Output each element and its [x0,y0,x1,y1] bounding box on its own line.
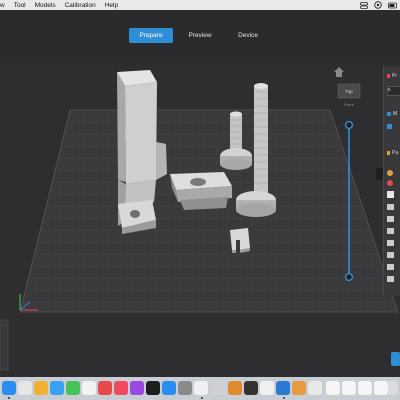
menu-window[interactable]: w [0,2,5,9]
tab-preview[interactable]: Preview [178,28,222,43]
siri-icon[interactable] [374,1,382,9]
document-4-icon[interactable] [374,381,388,395]
chrome-running-dot [201,397,203,399]
parameters-icon [387,151,390,155]
menu-bar: w Tool Models Calibration Help [0,0,400,10]
setting-row-3[interactable] [387,216,394,222]
menubar-status-area [360,0,398,10]
slicer-active-icon[interactable] [276,381,290,395]
folder-icon[interactable] [292,381,306,395]
setting-row-5[interactable] [387,240,394,246]
tab-prepare[interactable]: Prepare [129,28,173,43]
preview-icon[interactable] [212,381,226,395]
document-3-icon[interactable] [358,381,372,395]
chrome-icon[interactable] [194,381,208,395]
slider-bottom-handle[interactable] [344,272,354,282]
menu-tool[interactable]: Tool [14,2,26,9]
setting-row-2[interactable] [387,204,394,210]
setting-row-1[interactable] [387,191,394,198]
calendar-icon[interactable] [82,381,96,395]
settings-icon[interactable] [178,381,192,395]
finder-running-dot [8,397,10,399]
music-icon[interactable] [114,381,128,395]
books-icon[interactable] [228,381,242,395]
3d-viewport[interactable] [0,62,400,377]
slice-button[interactable] [391,352,400,366]
parameters-header-text: Pa [392,150,399,156]
menu-calibration[interactable]: Calibration [65,2,96,9]
launchpad-icon[interactable] [18,381,32,395]
slider-top-handle[interactable] [344,120,354,130]
printer-header-text: Pr [392,73,397,79]
setting-dot-1[interactable] [387,170,393,176]
left-panel [0,319,9,371]
photos-icon[interactable] [34,381,48,395]
setting-row-7[interactable] [387,264,394,270]
help-icon[interactable] [308,381,322,395]
document-2-icon[interactable] [342,381,356,395]
panel-collapse-handle[interactable] [376,168,383,180]
view-cube-top-label[interactable]: Top [338,84,360,98]
dock [0,377,400,400]
setting-row-6[interactable] [387,252,394,258]
battery-icon [388,2,397,8]
menu-models[interactable]: Models [35,2,56,9]
material-section-header[interactable]: M [387,111,397,117]
setting-row-4[interactable] [387,228,394,234]
view-cube-front-label: Front [344,102,354,107]
material-checkbox[interactable] [387,124,392,129]
settings-panel: Pr K M Pa [383,66,400,296]
parameters-section-header[interactable]: Pa [387,150,398,156]
document-icon[interactable] [326,381,340,395]
terminal-icon[interactable] [244,381,258,395]
clip-part[interactable] [230,228,250,253]
trash-icon[interactable] [388,381,398,395]
podcasts-icon[interactable] [130,381,144,395]
menu-help[interactable]: Help [105,2,118,9]
news-icon[interactable] [98,381,112,395]
safari-icon[interactable] [50,381,64,395]
appstore-icon[interactable] [162,381,176,395]
tab-device[interactable]: Device [226,28,270,43]
finder-icon[interactable] [2,381,16,395]
slicer-icon[interactable] [260,381,274,395]
printer-select[interactable]: K [387,86,400,96]
material-icon [387,112,391,116]
printer-section-header[interactable]: Pr [387,73,397,79]
slicer-running-dot [283,397,285,399]
printer-icon [387,74,390,78]
setting-row-8[interactable] [387,276,394,282]
appletv-icon[interactable] [146,381,160,395]
control-center-icon[interactable] [360,1,368,9]
material-header-text: M [393,111,398,117]
setting-dot-2[interactable] [387,180,393,186]
messages-icon[interactable] [66,381,80,395]
